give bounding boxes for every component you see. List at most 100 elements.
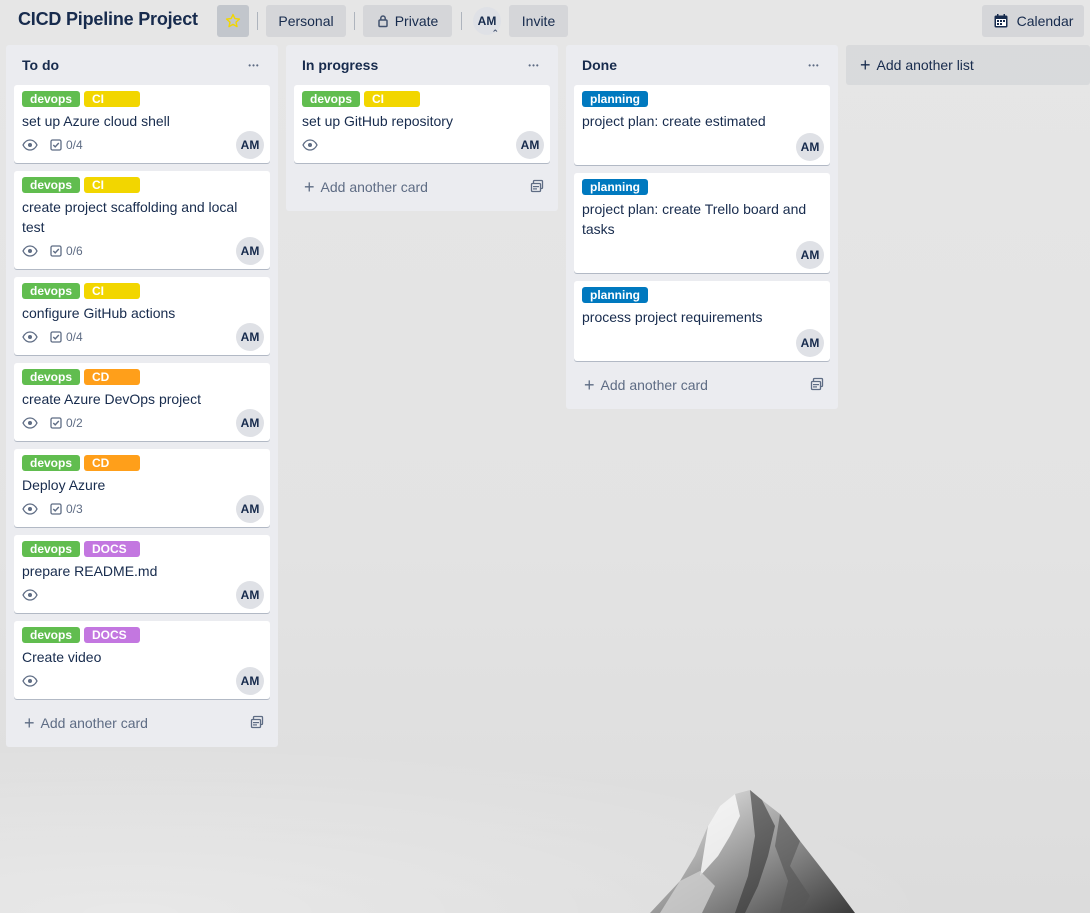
card[interactable]: devops CI set up Azure cloud shell 0/4 AM <box>14 85 270 163</box>
visibility-button[interactable]: Private <box>363 5 452 37</box>
label-ci[interactable]: CI <box>84 91 141 107</box>
member-avatar[interactable]: AM <box>236 131 264 159</box>
label-devops[interactable]: devops <box>22 283 81 299</box>
checklist-badge: 0/3 <box>50 502 83 516</box>
label-devops[interactable]: devops <box>22 369 81 385</box>
star-button[interactable] <box>217 5 249 37</box>
card-members: AM <box>582 241 824 269</box>
checklist-badge: 0/6 <box>50 244 83 258</box>
add-list-button[interactable]: + Add another list <box>846 45 1090 85</box>
member-avatar[interactable]: AM <box>236 409 264 437</box>
header-divider <box>354 12 355 30</box>
card-labels: devops CI <box>22 91 262 107</box>
member-avatar[interactable]: AM <box>796 241 824 269</box>
label-devops[interactable]: devops <box>22 541 81 557</box>
invite-button[interactable]: Invite <box>509 5 568 37</box>
header-divider <box>461 12 462 30</box>
label-planning[interactable]: planning <box>582 91 648 107</box>
checklist-count: 0/6 <box>66 244 83 258</box>
header-divider <box>257 12 258 30</box>
label-devops[interactable]: devops <box>22 455 81 471</box>
label-planning[interactable]: planning <box>582 179 648 195</box>
label-cd[interactable]: CD <box>84 369 141 385</box>
card[interactable]: devops CD Deploy Azure 0/3 AM <box>14 449 270 527</box>
watching-badge <box>22 139 38 151</box>
watching-badge <box>302 139 318 151</box>
checklist-badge: 0/2 <box>50 416 83 430</box>
board-header: CICD Pipeline Project Personal Private A… <box>0 0 1090 42</box>
workspace-button[interactable]: Personal <box>266 5 346 37</box>
list-in-progress: In progress ••• devops CI set up GitHub repo… <box>286 45 558 211</box>
member-avatar[interactable]: AM <box>796 133 824 161</box>
list-title[interactable]: Done <box>582 57 617 73</box>
eye-icon <box>22 589 38 601</box>
plus-icon: + <box>584 375 595 395</box>
background-mountain-image <box>650 790 855 913</box>
create-from-template-button[interactable] <box>810 377 824 394</box>
card-labels: planning <box>582 91 822 107</box>
card-labels: devops DOCS <box>22 627 262 643</box>
label-docs[interactable]: DOCS <box>84 541 141 557</box>
label-ci[interactable]: CI <box>364 91 421 107</box>
list-title[interactable]: In progress <box>302 57 378 73</box>
add-card-label: Add another card <box>600 377 708 393</box>
card-members: AM <box>582 329 824 357</box>
card[interactable]: devops CD create Azure DevOps project 0/2 AM <box>14 363 270 441</box>
card[interactable]: planning project plan: create estimated AM <box>574 85 830 165</box>
member-avatar[interactable]: AM ⌃ <box>473 7 501 38</box>
card-template-icon <box>530 179 544 193</box>
card[interactable]: devops DOCS Create video AM <box>14 621 270 699</box>
visibility-label: Private <box>394 13 439 29</box>
list-title[interactable]: To do <box>22 57 59 73</box>
create-from-template-button[interactable] <box>250 715 264 732</box>
star-icon <box>225 13 241 28</box>
member-avatar[interactable]: AM <box>236 495 264 523</box>
checklist-count: 0/4 <box>66 330 83 344</box>
member-avatar[interactable]: AM <box>236 667 264 695</box>
card[interactable]: devops CI set up GitHub repository AM <box>294 85 550 163</box>
label-devops[interactable]: devops <box>22 627 81 643</box>
card[interactable]: devops DOCS prepare README.md AM <box>14 535 270 613</box>
watching-badge <box>22 331 38 343</box>
eye-icon <box>22 245 38 257</box>
member-avatar[interactable]: AM <box>236 323 264 351</box>
lock-icon <box>377 15 388 28</box>
list-header: Done ••• <box>574 45 830 85</box>
card[interactable]: devops CI configure GitHub actions 0/4 AM <box>14 277 270 355</box>
calendar-button[interactable]: Calendar <box>982 5 1084 37</box>
label-ci[interactable]: CI <box>84 177 141 193</box>
eye-icon <box>22 675 38 687</box>
label-devops[interactable]: devops <box>302 91 361 107</box>
more-horizontal-icon[interactable]: ••• <box>520 51 548 79</box>
more-horizontal-icon[interactable]: ••• <box>240 51 268 79</box>
member-avatar[interactable]: AM <box>516 131 544 159</box>
card[interactable]: devops CI create project scaffolding and l… <box>14 171 270 269</box>
card-labels: devops CD <box>22 369 262 385</box>
label-devops[interactable]: devops <box>22 177 81 193</box>
card[interactable]: planning process project requirements AM <box>574 281 830 361</box>
create-from-template-button[interactable] <box>530 179 544 196</box>
label-docs[interactable]: DOCS <box>84 627 141 643</box>
add-card-button[interactable]: + Add another card <box>294 171 550 203</box>
watching-badge <box>22 675 38 687</box>
member-avatar[interactable]: AM <box>796 329 824 357</box>
card-template-icon <box>810 377 824 391</box>
card-badges: 0/6 <box>22 241 262 261</box>
label-planning[interactable]: planning <box>582 287 648 303</box>
list-header: In progress ••• <box>294 45 550 85</box>
card-title: create Azure DevOps project <box>22 391 201 407</box>
watching-badge <box>22 417 38 429</box>
board-title[interactable]: CICD Pipeline Project <box>18 9 198 30</box>
label-ci[interactable]: CI <box>84 283 141 299</box>
add-card-button[interactable]: + Add another card <box>574 369 830 401</box>
member-avatar[interactable]: AM <box>236 237 264 265</box>
card-template-icon <box>250 715 264 729</box>
member-avatar[interactable]: AM <box>236 581 264 609</box>
add-card-button[interactable]: + Add another card <box>14 707 270 739</box>
label-cd[interactable]: CD <box>84 455 141 471</box>
more-horizontal-icon[interactable]: ••• <box>800 51 828 79</box>
checklist-count: 0/3 <box>66 502 83 516</box>
label-devops[interactable]: devops <box>22 91 81 107</box>
list-header: To do ••• <box>14 45 270 85</box>
card[interactable]: planning project plan: create Trello boar… <box>574 173 830 273</box>
